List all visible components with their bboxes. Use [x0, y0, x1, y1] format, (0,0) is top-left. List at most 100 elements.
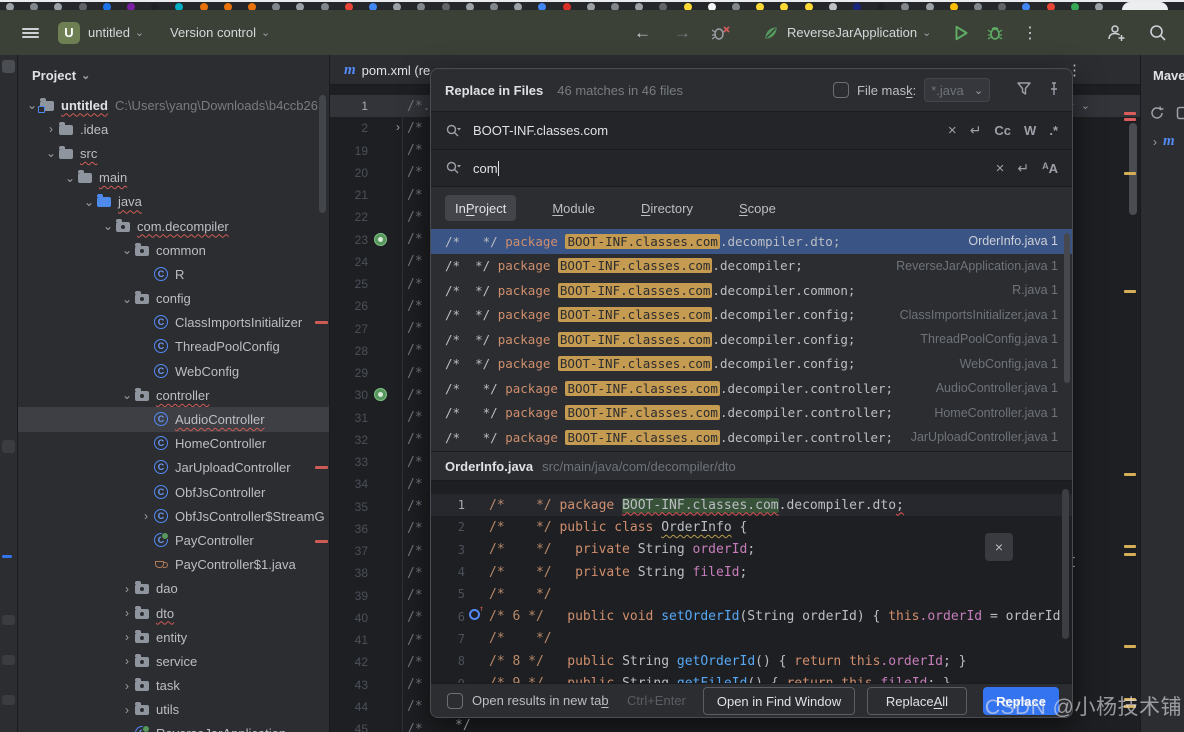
- chevron-expanded-icon[interactable]: ⌄: [43, 146, 59, 160]
- chevron-collapsed-icon[interactable]: ›: [138, 509, 154, 523]
- tree-row[interactable]: › C ObfJsController$StreamG: [18, 504, 329, 528]
- chevron-collapsed-icon[interactable]: ›: [119, 679, 135, 693]
- tree-row[interactable]: C JarUploadController: [18, 456, 329, 480]
- file-mask-combo[interactable]: *.java ⌄: [924, 78, 991, 102]
- scope-tab-project[interactable]: In Project: [445, 195, 517, 221]
- debug-button[interactable]: [986, 10, 1004, 55]
- scope-tab-directory[interactable]: Directory: [631, 195, 703, 221]
- tree-row[interactable]: › entity: [18, 625, 329, 649]
- clear-replace-icon[interactable]: ×: [996, 160, 1005, 177]
- tree-row[interactable]: CR: [18, 262, 329, 286]
- open-results-checkbox[interactable]: [447, 692, 463, 709]
- tree-row[interactable]: › .idea: [18, 117, 329, 141]
- replace-field[interactable]: com × ↵ AA: [431, 149, 1072, 187]
- pin-icon[interactable]: [1046, 81, 1062, 97]
- tree-row[interactable]: › service: [18, 649, 329, 673]
- code-with-me-icon[interactable]: [1106, 10, 1126, 55]
- tree-row[interactable]: PayController$1.java: [18, 553, 329, 577]
- tree-row[interactable]: ⌄ main: [18, 166, 329, 190]
- scope-tab-module[interactable]: Module: [542, 195, 605, 221]
- vcs-widget[interactable]: Version control ⌄: [170, 10, 270, 55]
- tree-row[interactable]: C ObfJsController: [18, 480, 329, 504]
- chevron-expanded-icon[interactable]: ⌄: [81, 195, 97, 209]
- tree-row[interactable]: › dto: [18, 601, 329, 625]
- mute-bug-icon[interactable]: [710, 10, 730, 55]
- maven-settings-icon[interactable]: [1175, 105, 1184, 121]
- project-scrollbar[interactable]: [319, 95, 326, 213]
- regex-toggle[interactable]: .*: [1049, 123, 1058, 138]
- problems-tool-icon[interactable]: [2, 695, 15, 705]
- newline-icon[interactable]: ↵: [970, 122, 982, 139]
- chevron-collapsed-icon[interactable]: ›: [119, 703, 135, 717]
- tree-row[interactable]: › utils: [18, 698, 329, 722]
- preserve-case-toggle[interactable]: AA: [1042, 161, 1058, 176]
- results-scrollbar[interactable]: [1064, 233, 1070, 383]
- chevron-expanded-icon[interactable]: ⌄: [62, 171, 78, 185]
- forward-button[interactable]: →: [674, 10, 691, 55]
- project-switcher[interactable]: untitled ⌄: [88, 10, 144, 55]
- search-field[interactable]: BOOT-INF.classes.com × ↵ Cc W .*: [431, 111, 1072, 149]
- open-in-find-window-button[interactable]: Open in Find Window: [703, 687, 855, 715]
- terminal-tool-icon[interactable]: [2, 655, 15, 665]
- whole-words-toggle[interactable]: W: [1024, 123, 1036, 138]
- result-row[interactable]: /* */ package BOOT-INF.classes.com .decom…: [431, 303, 1072, 328]
- preview-scrollbar[interactable]: [1062, 489, 1069, 639]
- tree-row[interactable]: C ClassImportsInitializer: [18, 311, 329, 335]
- tree-row[interactable]: ⌄ java: [18, 190, 329, 214]
- tree-row[interactable]: › task: [18, 674, 329, 698]
- run-button[interactable]: [952, 10, 970, 55]
- replace-all-button[interactable]: Replace All: [867, 687, 967, 715]
- tree-row[interactable]: ⌄ com.decompiler: [18, 214, 329, 238]
- spring-bean-gutter-icon[interactable]: [374, 388, 387, 402]
- clear-search-icon[interactable]: ×: [948, 122, 957, 139]
- maven-project-node[interactable]: › m: [1147, 133, 1181, 150]
- file-mask-checkbox[interactable]: [833, 82, 849, 98]
- tree-row[interactable]: C AudioController: [18, 407, 329, 432]
- match-case-toggle[interactable]: Cc: [994, 123, 1011, 138]
- override-gutter-icon[interactable]: [469, 604, 484, 621]
- maven-refresh-icon[interactable]: [1149, 105, 1165, 121]
- project-panel-header[interactable]: Project ⌄: [32, 63, 90, 87]
- chevron-expanded-icon[interactable]: ⌄: [100, 219, 116, 233]
- chevron-collapsed-icon[interactable]: ›: [119, 630, 135, 644]
- chevron-collapsed-icon[interactable]: ›: [43, 122, 59, 136]
- result-row[interactable]: /* */ package BOOT-INF.classes.com .decom…: [431, 278, 1072, 303]
- chevron-collapsed-icon[interactable]: ›: [119, 606, 135, 620]
- fold-arrow-icon[interactable]: ›: [396, 120, 400, 134]
- chevron-expanded-icon[interactable]: ⌄: [119, 292, 135, 306]
- editor-scrollbar[interactable]: [1129, 123, 1137, 215]
- result-row[interactable]: /* */ package BOOT-INF.classes.com .decom…: [431, 352, 1072, 377]
- chevron-collapsed-icon[interactable]: ›: [119, 582, 135, 596]
- tree-row[interactable]: ⌄ config: [18, 287, 329, 311]
- tree-row[interactable]: C PayController: [18, 528, 329, 552]
- tab-pom-xml[interactable]: m pom.xml (re: [336, 55, 438, 85]
- result-row[interactable]: /* */ package BOOT-INF.classes.com .decom…: [431, 425, 1072, 450]
- tree-row[interactable]: ⌄ common: [18, 238, 329, 262]
- tree-row[interactable]: ⌄ controller: [18, 383, 329, 407]
- preview-code-pane[interactable]: 1 /* */ package BOOT-INF.classes.com .deco…: [431, 481, 1072, 683]
- newline-icon[interactable]: ↵: [1017, 160, 1029, 177]
- more-actions-kebab-icon[interactable]: ⋮: [1022, 10, 1038, 55]
- run-configuration[interactable]: ReverseJarApplication ⌄: [762, 10, 931, 55]
- chevron-expanded-icon[interactable]: ⌄: [119, 388, 135, 402]
- tree-row[interactable]: C WebConfig: [18, 359, 329, 383]
- tree-row[interactable]: ⌄ untitled C:\Users\yang\Downloads\b4ccb26: [18, 93, 329, 117]
- filter-funnel-icon[interactable]: [1016, 81, 1032, 97]
- scope-tab-scope[interactable]: Scope: [729, 195, 786, 221]
- result-row[interactable]: /* */ package BOOT-INF.classes.com .decom…: [431, 327, 1072, 352]
- tree-row[interactable]: C ThreadPoolConfig: [18, 335, 329, 359]
- project-badge[interactable]: U: [58, 10, 80, 55]
- chevron-expanded-icon[interactable]: ⌄: [119, 243, 135, 257]
- result-row[interactable]: /* */ package BOOT-INF.classes.com .decom…: [431, 254, 1072, 279]
- vcs-tool-icon[interactable]: [2, 615, 15, 625]
- tree-row[interactable]: C HomeController: [18, 432, 329, 456]
- spring-bean-gutter-icon[interactable]: [374, 232, 387, 246]
- tree-row[interactable]: › dao: [18, 577, 329, 601]
- result-row[interactable]: /* */ package BOOT-INF.classes.com .decom…: [431, 229, 1072, 254]
- structure-tool-icon[interactable]: [2, 440, 15, 453]
- result-row[interactable]: /* */ package BOOT-INF.classes.com .decom…: [431, 376, 1072, 401]
- search-results-list[interactable]: /* */ package BOOT-INF.classes.com .decom…: [431, 229, 1072, 450]
- back-button[interactable]: ←: [634, 10, 651, 55]
- next-problem-icon[interactable]: ⌄: [1081, 99, 1090, 112]
- search-everywhere-icon[interactable]: [1148, 10, 1168, 55]
